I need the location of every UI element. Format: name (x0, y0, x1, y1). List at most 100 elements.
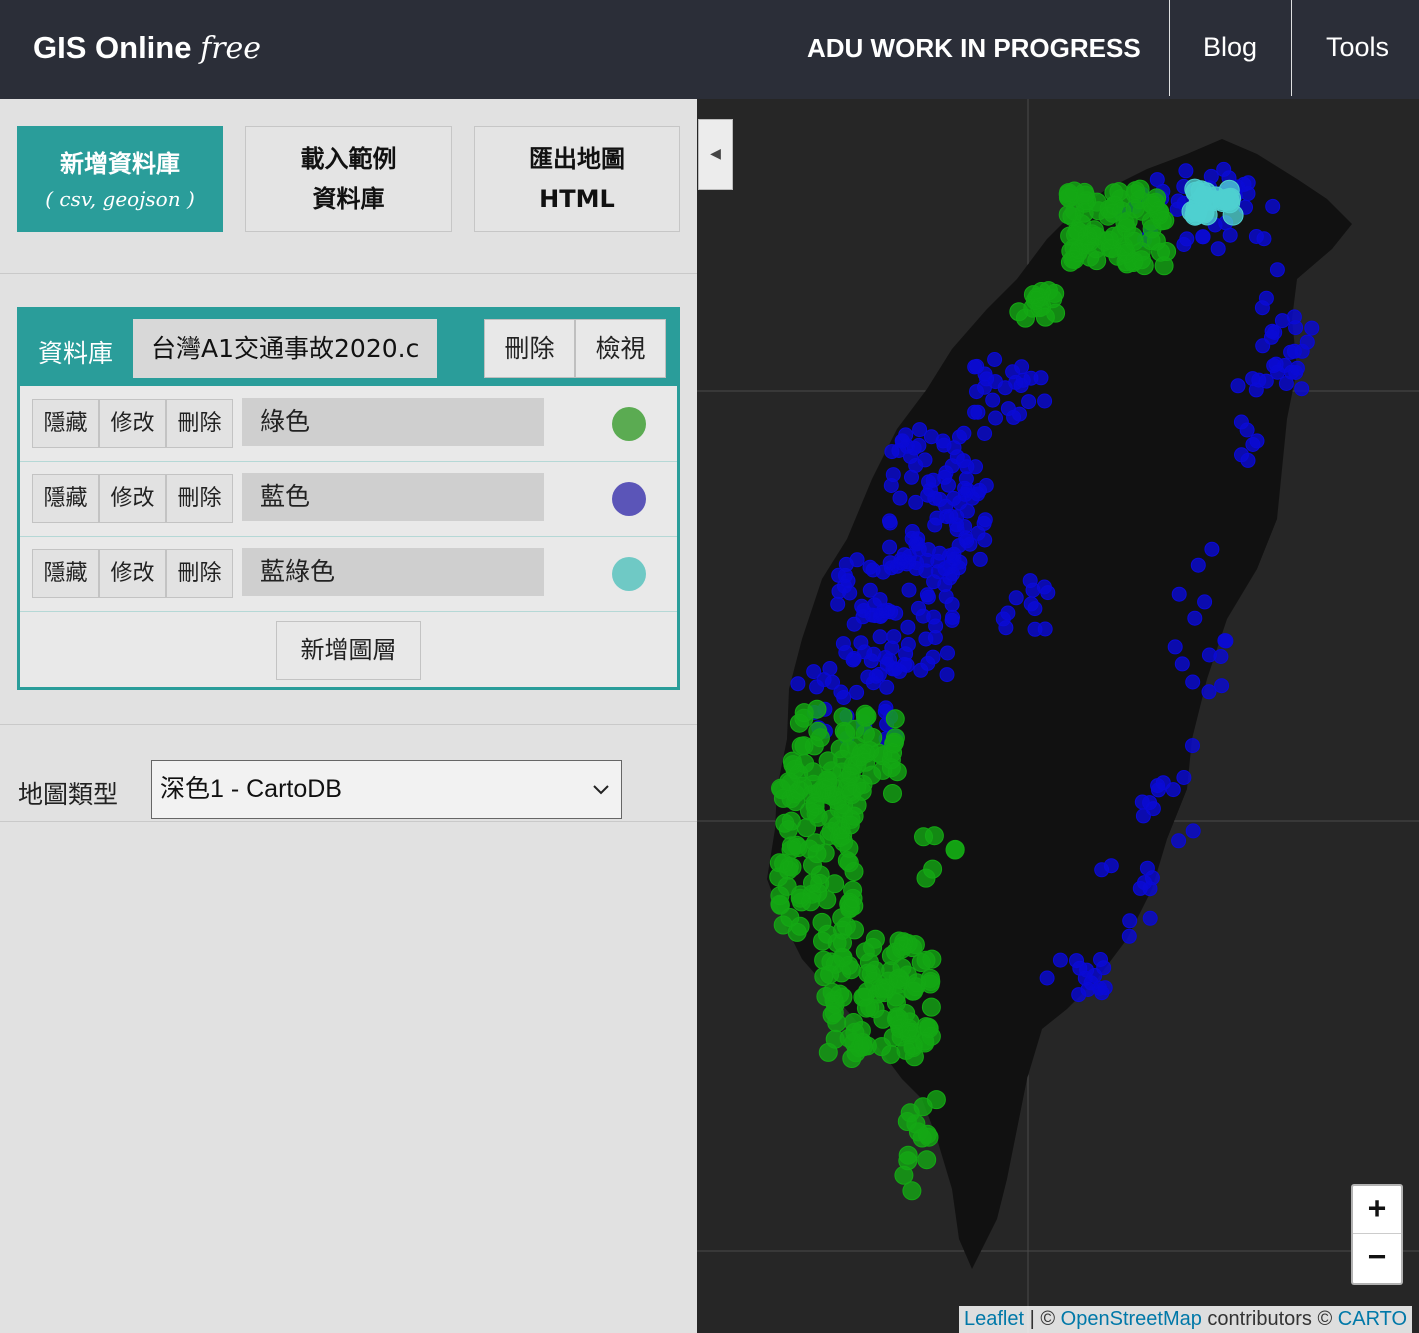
accident-point[interactable] (1284, 364, 1300, 380)
layer-hide-button[interactable]: 隱藏 (32, 399, 99, 448)
accident-point[interactable] (1265, 198, 1281, 214)
accident-point[interactable] (1059, 183, 1078, 203)
accident-point[interactable] (863, 937, 883, 957)
accident-point[interactable] (1039, 970, 1055, 986)
accident-point[interactable] (898, 1145, 918, 1165)
accident-point[interactable] (1294, 381, 1310, 397)
accident-point[interactable] (883, 784, 902, 803)
accident-point[interactable] (972, 482, 987, 498)
layer-hide-button[interactable]: 隱藏 (32, 549, 99, 598)
accident-point[interactable] (875, 564, 891, 580)
accident-point[interactable] (825, 874, 845, 894)
accident-point[interactable] (915, 608, 931, 624)
accident-point[interactable] (913, 1097, 933, 1117)
accident-point[interactable] (790, 676, 806, 692)
accident-point[interactable] (1171, 586, 1187, 602)
accident-point[interactable] (817, 890, 837, 910)
accident-point[interactable] (916, 868, 936, 888)
layer-edit-button[interactable]: 修改 (99, 399, 166, 448)
accident-point[interactable] (863, 653, 879, 669)
sidebar-toggle-button[interactable]: ◀ (698, 119, 733, 190)
accident-point[interactable] (1181, 201, 1203, 222)
accident-point[interactable] (928, 618, 944, 634)
leaflet-link[interactable]: Leaflet (964, 1308, 1024, 1330)
accident-point[interactable] (779, 857, 799, 876)
zoom-in-button[interactable]: + (1353, 1186, 1401, 1234)
accident-point[interactable] (1178, 163, 1194, 179)
accident-point[interactable] (881, 758, 901, 778)
accident-point[interactable] (1210, 241, 1226, 257)
accident-point[interactable] (938, 589, 954, 605)
accident-point[interactable] (781, 836, 801, 856)
accident-point[interactable] (1218, 633, 1234, 649)
accident-point[interactable] (917, 1150, 937, 1170)
accident-point[interactable] (1142, 910, 1158, 926)
accident-point[interactable] (1075, 185, 1095, 205)
accident-point[interactable] (1008, 590, 1024, 606)
accident-point[interactable] (921, 474, 937, 490)
accident-point[interactable] (1185, 738, 1200, 754)
accident-point[interactable] (1222, 227, 1238, 243)
accident-point[interactable] (1154, 256, 1174, 276)
accident-point[interactable] (939, 667, 955, 683)
accident-point[interactable] (972, 551, 988, 567)
accident-point[interactable] (1132, 201, 1152, 221)
accident-point[interactable] (921, 1026, 941, 1046)
accident-point[interactable] (837, 567, 853, 583)
accident-point[interactable] (942, 570, 958, 586)
accident-point[interactable] (1174, 656, 1190, 672)
accident-point[interactable] (1069, 221, 1089, 241)
accident-point[interactable] (1093, 952, 1108, 967)
accident-point[interactable] (1151, 782, 1166, 798)
accident-point[interactable] (1213, 649, 1229, 664)
accident-point[interactable] (941, 477, 956, 493)
accident-point[interactable] (1037, 393, 1053, 409)
layer-delete-button[interactable]: 刪除 (166, 549, 233, 598)
accident-point[interactable] (814, 967, 834, 987)
accident-point[interactable] (1104, 183, 1124, 203)
accident-point[interactable] (824, 990, 844, 1010)
accident-point[interactable] (1150, 202, 1170, 222)
accident-point[interactable] (897, 1112, 917, 1131)
accident-point[interactable] (985, 392, 1001, 408)
accident-point[interactable] (1240, 186, 1256, 202)
accident-point[interactable] (912, 1128, 932, 1148)
accident-point[interactable] (904, 530, 920, 546)
accident-point[interactable] (1216, 161, 1232, 177)
accident-point[interactable] (894, 1165, 914, 1185)
new-database-button[interactable]: 新增資料庫 ( csv, geojson ) (17, 126, 223, 232)
accident-point[interactable] (1132, 880, 1148, 896)
accident-point[interactable] (881, 1044, 901, 1064)
load-example-button[interactable]: 載入範例 資料庫 (245, 126, 452, 232)
accident-point[interactable] (918, 631, 934, 647)
accident-point[interactable] (959, 503, 975, 519)
layer-delete-button[interactable]: 刪除 (166, 399, 233, 448)
accident-point[interactable] (1219, 192, 1241, 214)
accident-point[interactable] (807, 844, 827, 864)
export-html-button[interactable]: 匯出地圖 HTML (474, 126, 680, 232)
brand-logo[interactable]: GIS Online free (33, 30, 261, 66)
accident-point[interactable] (1230, 378, 1246, 394)
accident-point[interactable] (832, 963, 852, 983)
accident-point[interactable] (1203, 168, 1219, 184)
view-database-button[interactable]: 檢視 (575, 319, 666, 378)
accident-point[interactable] (932, 492, 948, 507)
accident-point[interactable] (1187, 610, 1203, 626)
accident-point[interactable] (818, 772, 838, 792)
accident-point[interactable] (1286, 343, 1302, 359)
accident-point[interactable] (977, 426, 993, 441)
database-name-field[interactable]: 台灣A1交通事故2020.c (133, 319, 437, 378)
accident-point[interactable] (1239, 422, 1255, 438)
accident-point[interactable] (920, 589, 936, 605)
accident-point[interactable] (1094, 862, 1110, 878)
accident-point[interactable] (899, 657, 915, 673)
osm-link[interactable]: OpenStreetMap (1061, 1308, 1202, 1330)
layer-edit-button[interactable]: 修改 (99, 549, 166, 598)
layer-edit-button[interactable]: 修改 (99, 474, 166, 523)
accident-point[interactable] (1015, 372, 1031, 388)
accident-point[interactable] (1046, 303, 1066, 323)
map-type-select[interactable]: 深色1 - CartoDB (151, 760, 622, 819)
accident-point[interactable] (1185, 823, 1201, 839)
accident-point[interactable] (892, 490, 908, 506)
accident-point[interactable] (1195, 229, 1211, 245)
